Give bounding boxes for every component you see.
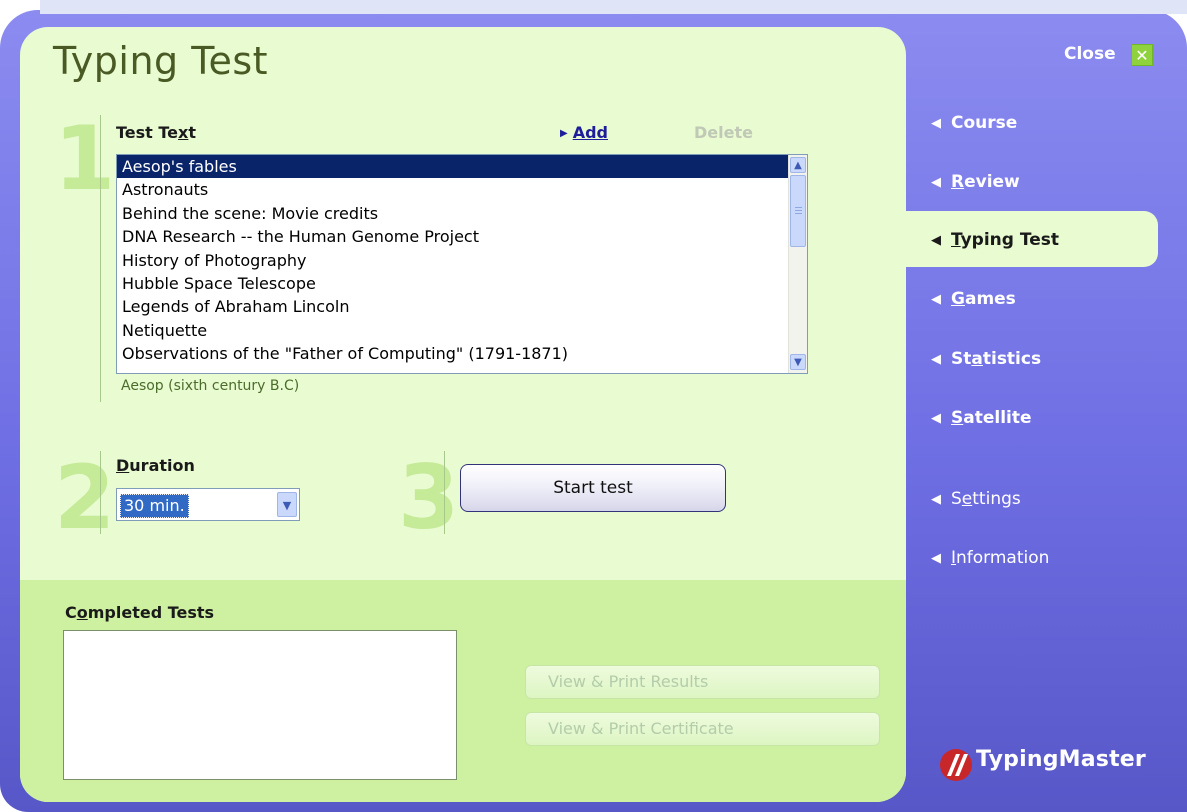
close-x-icon[interactable]: ✕ bbox=[1131, 44, 1153, 66]
list-item[interactable]: Hubble Space Telescope bbox=[117, 272, 807, 295]
text-author: Aesop (sixth century B.C) bbox=[121, 378, 300, 394]
sidebar-item-settings[interactable]: ◀ Settings bbox=[931, 489, 1021, 509]
completed-tests-label: Completed Tests bbox=[65, 603, 215, 622]
close-button[interactable]: Close bbox=[1064, 44, 1116, 64]
view-print-results-button[interactable]: View & Print Results bbox=[525, 665, 880, 699]
chevron-down-icon[interactable]: ▼ bbox=[277, 492, 297, 517]
list-item[interactable]: Observations of the "Father of Computing… bbox=[117, 342, 807, 365]
triangle-left-icon: ◀ bbox=[931, 551, 941, 566]
step-number-1: 1 bbox=[54, 107, 116, 210]
list-item[interactable]: History of Photography bbox=[117, 249, 807, 272]
brand-name: TypingMaster bbox=[976, 747, 1146, 772]
list-scrollbar[interactable]: ▲ ▼ bbox=[788, 155, 807, 373]
list-item[interactable]: DNA Research -- the Human Genome Project bbox=[117, 225, 807, 248]
sidebar-item-review[interactable]: ◀ Review bbox=[931, 172, 1020, 192]
page-title: Typing Test bbox=[53, 39, 269, 83]
sidebar-item-statistics[interactable]: ◀ Statistics bbox=[931, 349, 1041, 369]
completed-tests-list[interactable] bbox=[63, 630, 457, 780]
sidebar-item-information[interactable]: ◀ Information bbox=[931, 548, 1049, 568]
scroll-up-icon[interactable]: ▲ bbox=[790, 157, 806, 173]
sidebar-item-games[interactable]: ◀ Games bbox=[931, 289, 1016, 309]
main-panel: Typing Test 1 Test Text ▶ Add Delete Aeso… bbox=[20, 27, 906, 802]
scroll-thumb[interactable] bbox=[790, 175, 806, 247]
list-item[interactable]: Astronauts bbox=[117, 178, 807, 201]
triangle-right-icon: ▶ bbox=[560, 128, 568, 139]
list-item[interactable]: Netiquette bbox=[117, 319, 807, 342]
step-number-2: 2 bbox=[54, 446, 116, 549]
triangle-left-icon: ◀ bbox=[931, 411, 941, 426]
sidebar-item-course[interactable]: ◀ Course bbox=[931, 113, 1017, 133]
triangle-left-icon: ◀ bbox=[931, 352, 941, 367]
grip-line bbox=[795, 213, 802, 214]
list-item[interactable]: Legends of Abraham Lincoln bbox=[117, 295, 807, 318]
title-strip bbox=[40, 0, 1187, 14]
grip-line bbox=[795, 210, 802, 211]
triangle-left-icon: ◀ bbox=[931, 116, 941, 131]
triangle-left-icon: ◀ bbox=[931, 292, 941, 307]
sidebar-item-typing-test[interactable]: ◀ Typing Test bbox=[931, 230, 1059, 250]
duration-label: Duration bbox=[116, 456, 195, 475]
grip-line bbox=[795, 207, 802, 208]
triangle-left-icon: ◀ bbox=[931, 492, 941, 507]
step-number-3: 3 bbox=[398, 446, 460, 549]
view-print-certificate-button[interactable]: View & Print Certificate bbox=[525, 712, 880, 746]
scroll-down-icon[interactable]: ▼ bbox=[790, 354, 806, 370]
triangle-left-icon: ◀ bbox=[931, 233, 941, 248]
delete-link[interactable]: Delete bbox=[694, 123, 753, 142]
list-item[interactable]: Behind the scene: Movie credits bbox=[117, 202, 807, 225]
triangle-left-icon: ◀ bbox=[931, 175, 941, 190]
typingmaster-logo-icon bbox=[940, 749, 972, 781]
step-divider-3 bbox=[444, 451, 445, 534]
step-divider-1 bbox=[100, 115, 101, 402]
list-item[interactable]: Aesop's fables bbox=[117, 155, 788, 179]
test-text-label: Test Text bbox=[116, 123, 197, 142]
duration-select[interactable]: 30 min. ▼ bbox=[116, 488, 300, 521]
start-test-button[interactable]: Start test bbox=[460, 464, 726, 512]
test-text-list[interactable]: Aesop's fables Astronauts Behind the sce… bbox=[116, 154, 808, 374]
step-divider-2 bbox=[100, 451, 101, 534]
sidebar-item-satellite[interactable]: ◀ Satellite bbox=[931, 408, 1032, 428]
add-link[interactable]: ▶ Add bbox=[560, 123, 608, 142]
duration-value: 30 min. bbox=[120, 494, 189, 518]
